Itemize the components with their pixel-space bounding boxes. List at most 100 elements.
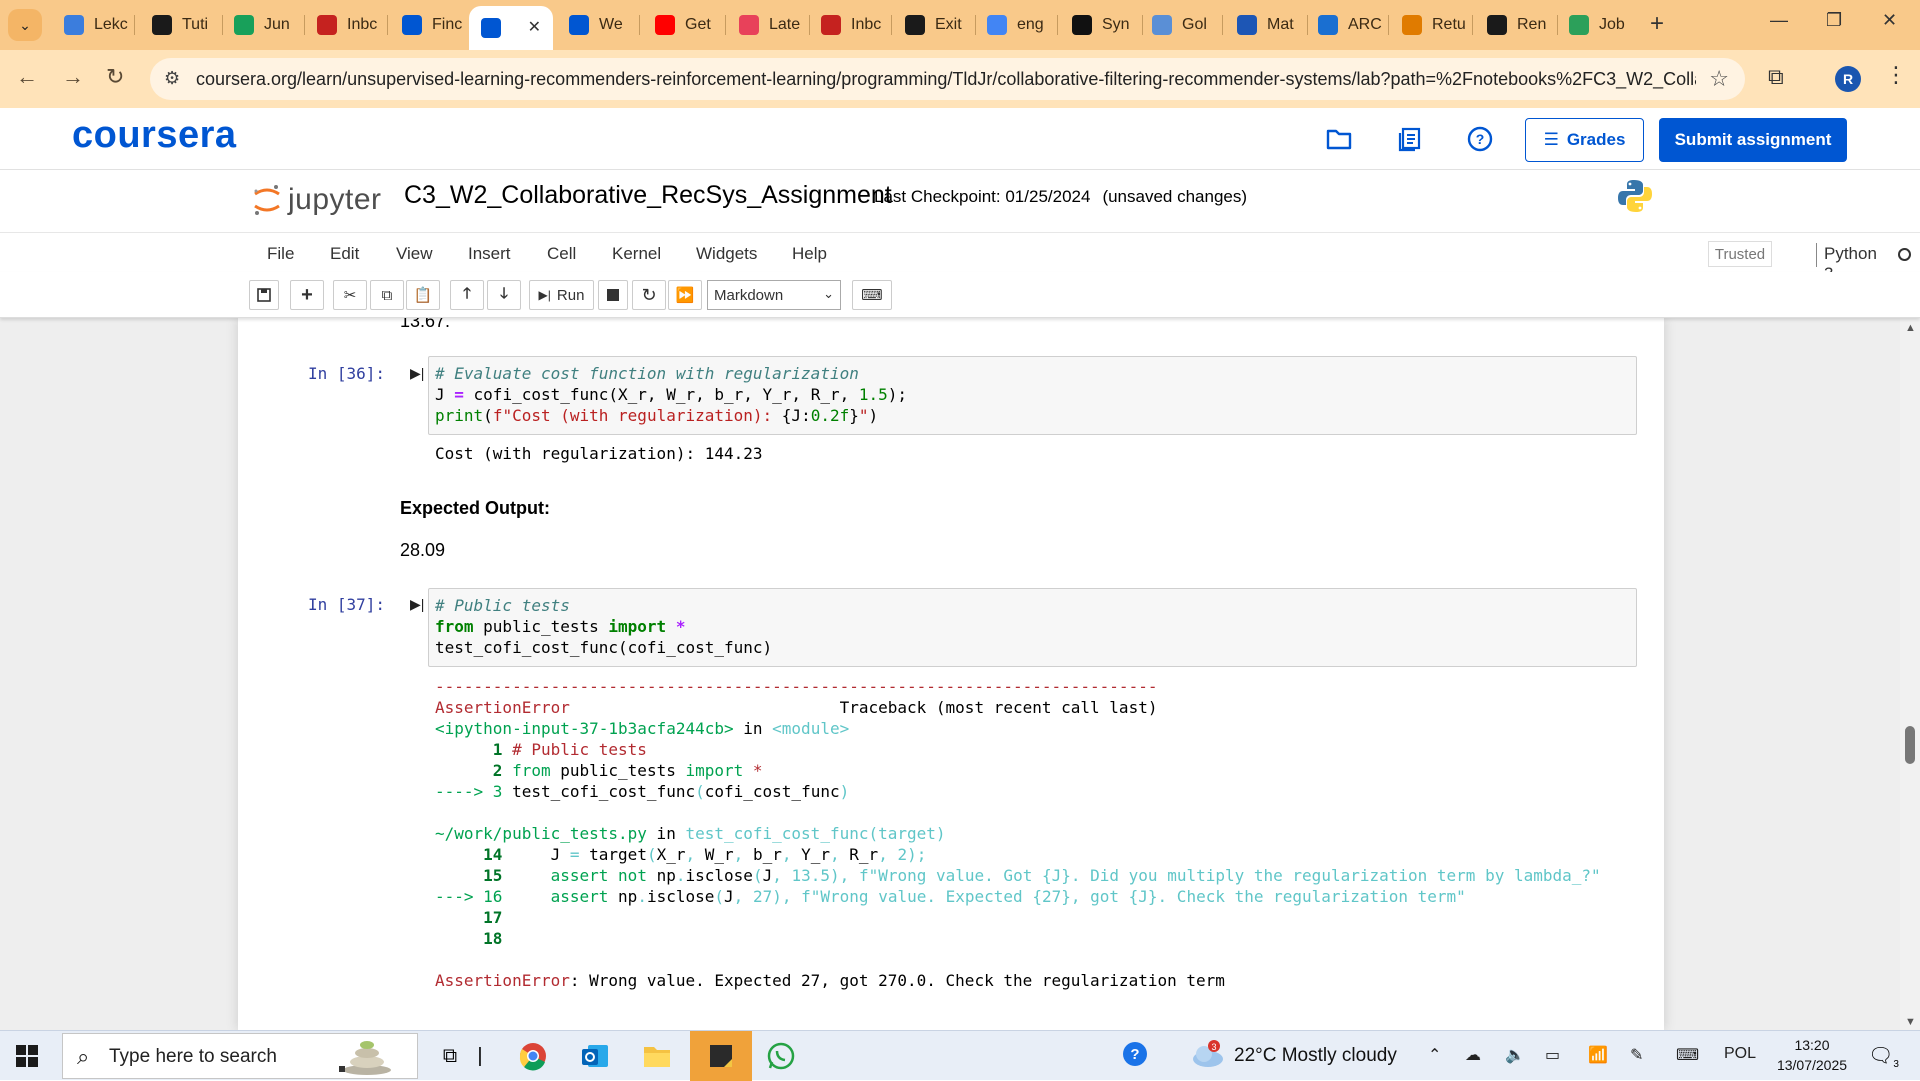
move-down-button[interactable]: 🡓 xyxy=(487,280,521,310)
taskbar-search-box[interactable]: ⌕ Type here to search xyxy=(62,1033,418,1079)
browser-tab[interactable]: Inbc xyxy=(305,8,383,42)
help-icon[interactable]: ? xyxy=(1465,124,1495,154)
volume-icon[interactable]: 🔈 xyxy=(1505,1045,1525,1065)
browser-tab[interactable]: Mat xyxy=(1225,8,1303,42)
menu-file[interactable]: File xyxy=(267,244,294,264)
menu-kernel[interactable]: Kernel xyxy=(612,244,661,264)
cell-type-select[interactable]: Markdown ⌄ xyxy=(707,280,841,310)
tab-label: eng xyxy=(1017,16,1044,33)
file-explorer-icon[interactable] xyxy=(640,1039,674,1073)
menu-view[interactable]: View xyxy=(396,244,433,264)
browser-tab[interactable]: Get xyxy=(643,8,721,42)
onedrive-icon[interactable]: ☁ xyxy=(1465,1045,1481,1065)
notifications-icon[interactable]: 🗨3 xyxy=(1868,1043,1899,1070)
jupyter-logo[interactable]: jupyter xyxy=(252,180,382,220)
pen-icon[interactable]: ✎ xyxy=(1630,1045,1643,1065)
battery-icon[interactable]: ▭ xyxy=(1545,1045,1560,1065)
minimize-icon[interactable]: — xyxy=(1770,10,1788,31)
run-cell-icon[interactable]: ▶| xyxy=(410,596,424,613)
sticky-notes-icon[interactable] xyxy=(690,1031,752,1081)
back-icon[interactable]: ← xyxy=(16,64,38,90)
extensions-icon[interactable]: ⧉ xyxy=(1768,64,1784,90)
language-indicator[interactable]: POL xyxy=(1724,1045,1756,1063)
url-text[interactable]: coursera.org/learn/unsupervised-learning… xyxy=(196,69,1696,90)
whatsapp-icon[interactable] xyxy=(764,1039,798,1073)
notebook-name[interactable]: C3_W2_Collaborative_RecSys_Assignment xyxy=(404,181,892,210)
browser-tab[interactable]: Finc xyxy=(390,8,468,42)
menu-help[interactable]: Help xyxy=(792,244,827,264)
scrollbar-thumb[interactable] xyxy=(1905,726,1915,764)
save-button[interactable] xyxy=(249,280,279,310)
browser-tab[interactable]: ARC xyxy=(1306,8,1384,42)
browser-tab[interactable]: We xyxy=(557,8,635,42)
notebook-scroll-area[interactable]: 13.67. In [36]: ▶| # Evaluate cost funct… xyxy=(0,318,1920,1030)
run-button[interactable]: ▶| Run xyxy=(529,280,594,310)
close-window-icon[interactable]: ✕ xyxy=(1882,10,1897,31)
weather-text[interactable]: 22°C Mostly cloudy xyxy=(1234,1045,1397,1067)
restart-button[interactable]: ↻ xyxy=(632,280,666,310)
browser-tab[interactable]: Retu xyxy=(1390,8,1468,42)
chevron-down-icon: ⌄ xyxy=(823,286,834,301)
restart-run-all-button[interactable]: ⏩ xyxy=(668,280,702,310)
omnibox[interactable]: ⚙ coursera.org/learn/unsupervised-learni… xyxy=(150,58,1745,100)
browser-tab[interactable]: Tuti xyxy=(140,8,218,42)
windows-start-icon[interactable] xyxy=(16,1045,38,1067)
browser-tab[interactable]: eng xyxy=(975,8,1053,42)
code-cell-37[interactable]: # Public tests from public_tests import … xyxy=(428,588,1637,667)
browser-menu-icon[interactable]: ⋮ xyxy=(1885,62,1907,88)
outlook-icon[interactable] xyxy=(578,1039,612,1073)
scroll-down-icon[interactable]: ▼ xyxy=(1905,1016,1916,1028)
menu-widgets[interactable]: Widgets xyxy=(696,244,757,264)
submit-assignment-button[interactable]: Submit assignment xyxy=(1659,118,1847,162)
menu-edit[interactable]: Edit xyxy=(330,244,359,264)
browser-tab[interactable]: Exit xyxy=(893,8,971,42)
notes-icon[interactable] xyxy=(1395,124,1425,154)
scroll-up-icon[interactable]: ▲ xyxy=(1905,322,1916,334)
system-clock[interactable]: 13:20 13/07/2025 xyxy=(1772,1035,1852,1075)
profile-avatar[interactable]: R xyxy=(1835,66,1861,92)
browser-tab[interactable]: Jun xyxy=(222,8,300,42)
vertical-scrollbar[interactable]: ▲ ▼ xyxy=(1900,318,1920,1030)
help-tray-icon[interactable]: ? xyxy=(1122,1041,1148,1072)
new-tab-button[interactable]: + xyxy=(1650,12,1664,36)
copy-icon: ⧉ xyxy=(381,286,393,304)
close-tab-icon[interactable]: ✕ xyxy=(528,17,541,37)
bookmark-star-icon[interactable]: ☆ xyxy=(1709,66,1729,92)
coursera-logo[interactable]: coursera xyxy=(72,114,237,157)
browser-tab[interactable]: Lekc xyxy=(52,8,130,42)
cut-button[interactable]: ✂ xyxy=(333,280,367,310)
keyboard-icon[interactable]: ⌨ xyxy=(1676,1045,1699,1065)
code-cell-36[interactable]: # Evaluate cost function with regulariza… xyxy=(428,356,1637,435)
site-info-icon[interactable]: ⚙ xyxy=(164,68,180,89)
browser-tab[interactable]: Inbc xyxy=(809,8,887,42)
insert-cell-button[interactable]: + xyxy=(290,280,324,310)
browser-tab[interactable]: Ren xyxy=(1475,8,1553,42)
run-cell-icon[interactable]: ▶| xyxy=(410,365,424,382)
tab-search-button[interactable]: ⌄ xyxy=(8,9,42,41)
chevron-up-icon[interactable]: ⌃ xyxy=(1428,1045,1441,1065)
reload-icon[interactable]: ↻ xyxy=(106,64,124,90)
folder-icon[interactable] xyxy=(1324,124,1354,154)
paste-button[interactable]: 📋 xyxy=(406,280,440,310)
task-view-icon[interactable]: ⧉ xyxy=(433,1039,467,1073)
tab-label: Lekc xyxy=(94,16,128,33)
chrome-taskbar-icon[interactable] xyxy=(516,1039,550,1073)
browser-tab[interactable]: Syn xyxy=(1060,8,1138,42)
forward-icon[interactable]: → xyxy=(62,64,84,90)
browser-tab[interactable]: Late xyxy=(727,8,805,42)
interrupt-button[interactable] xyxy=(598,280,628,310)
restore-icon[interactable]: ❐ xyxy=(1826,10,1842,31)
tab-separator xyxy=(1472,15,1473,35)
browser-tab[interactable]: Gol xyxy=(1140,8,1218,42)
command-palette-button[interactable]: ⌨ xyxy=(852,280,892,310)
browser-tab[interactable]: ✕ xyxy=(469,6,553,50)
browser-tab[interactable]: Job xyxy=(1557,8,1635,42)
menu-cell[interactable]: Cell xyxy=(547,244,576,264)
copy-button[interactable]: ⧉ xyxy=(370,280,404,310)
weather-icon[interactable]: 3 xyxy=(1190,1039,1226,1074)
grades-button[interactable]: ☰ Grades xyxy=(1525,118,1644,162)
move-up-button[interactable]: 🡑 xyxy=(450,280,484,310)
trusted-indicator[interactable]: Trusted xyxy=(1708,241,1772,267)
network-icon[interactable]: 📶 xyxy=(1588,1045,1608,1065)
menu-insert[interactable]: Insert xyxy=(468,244,511,264)
